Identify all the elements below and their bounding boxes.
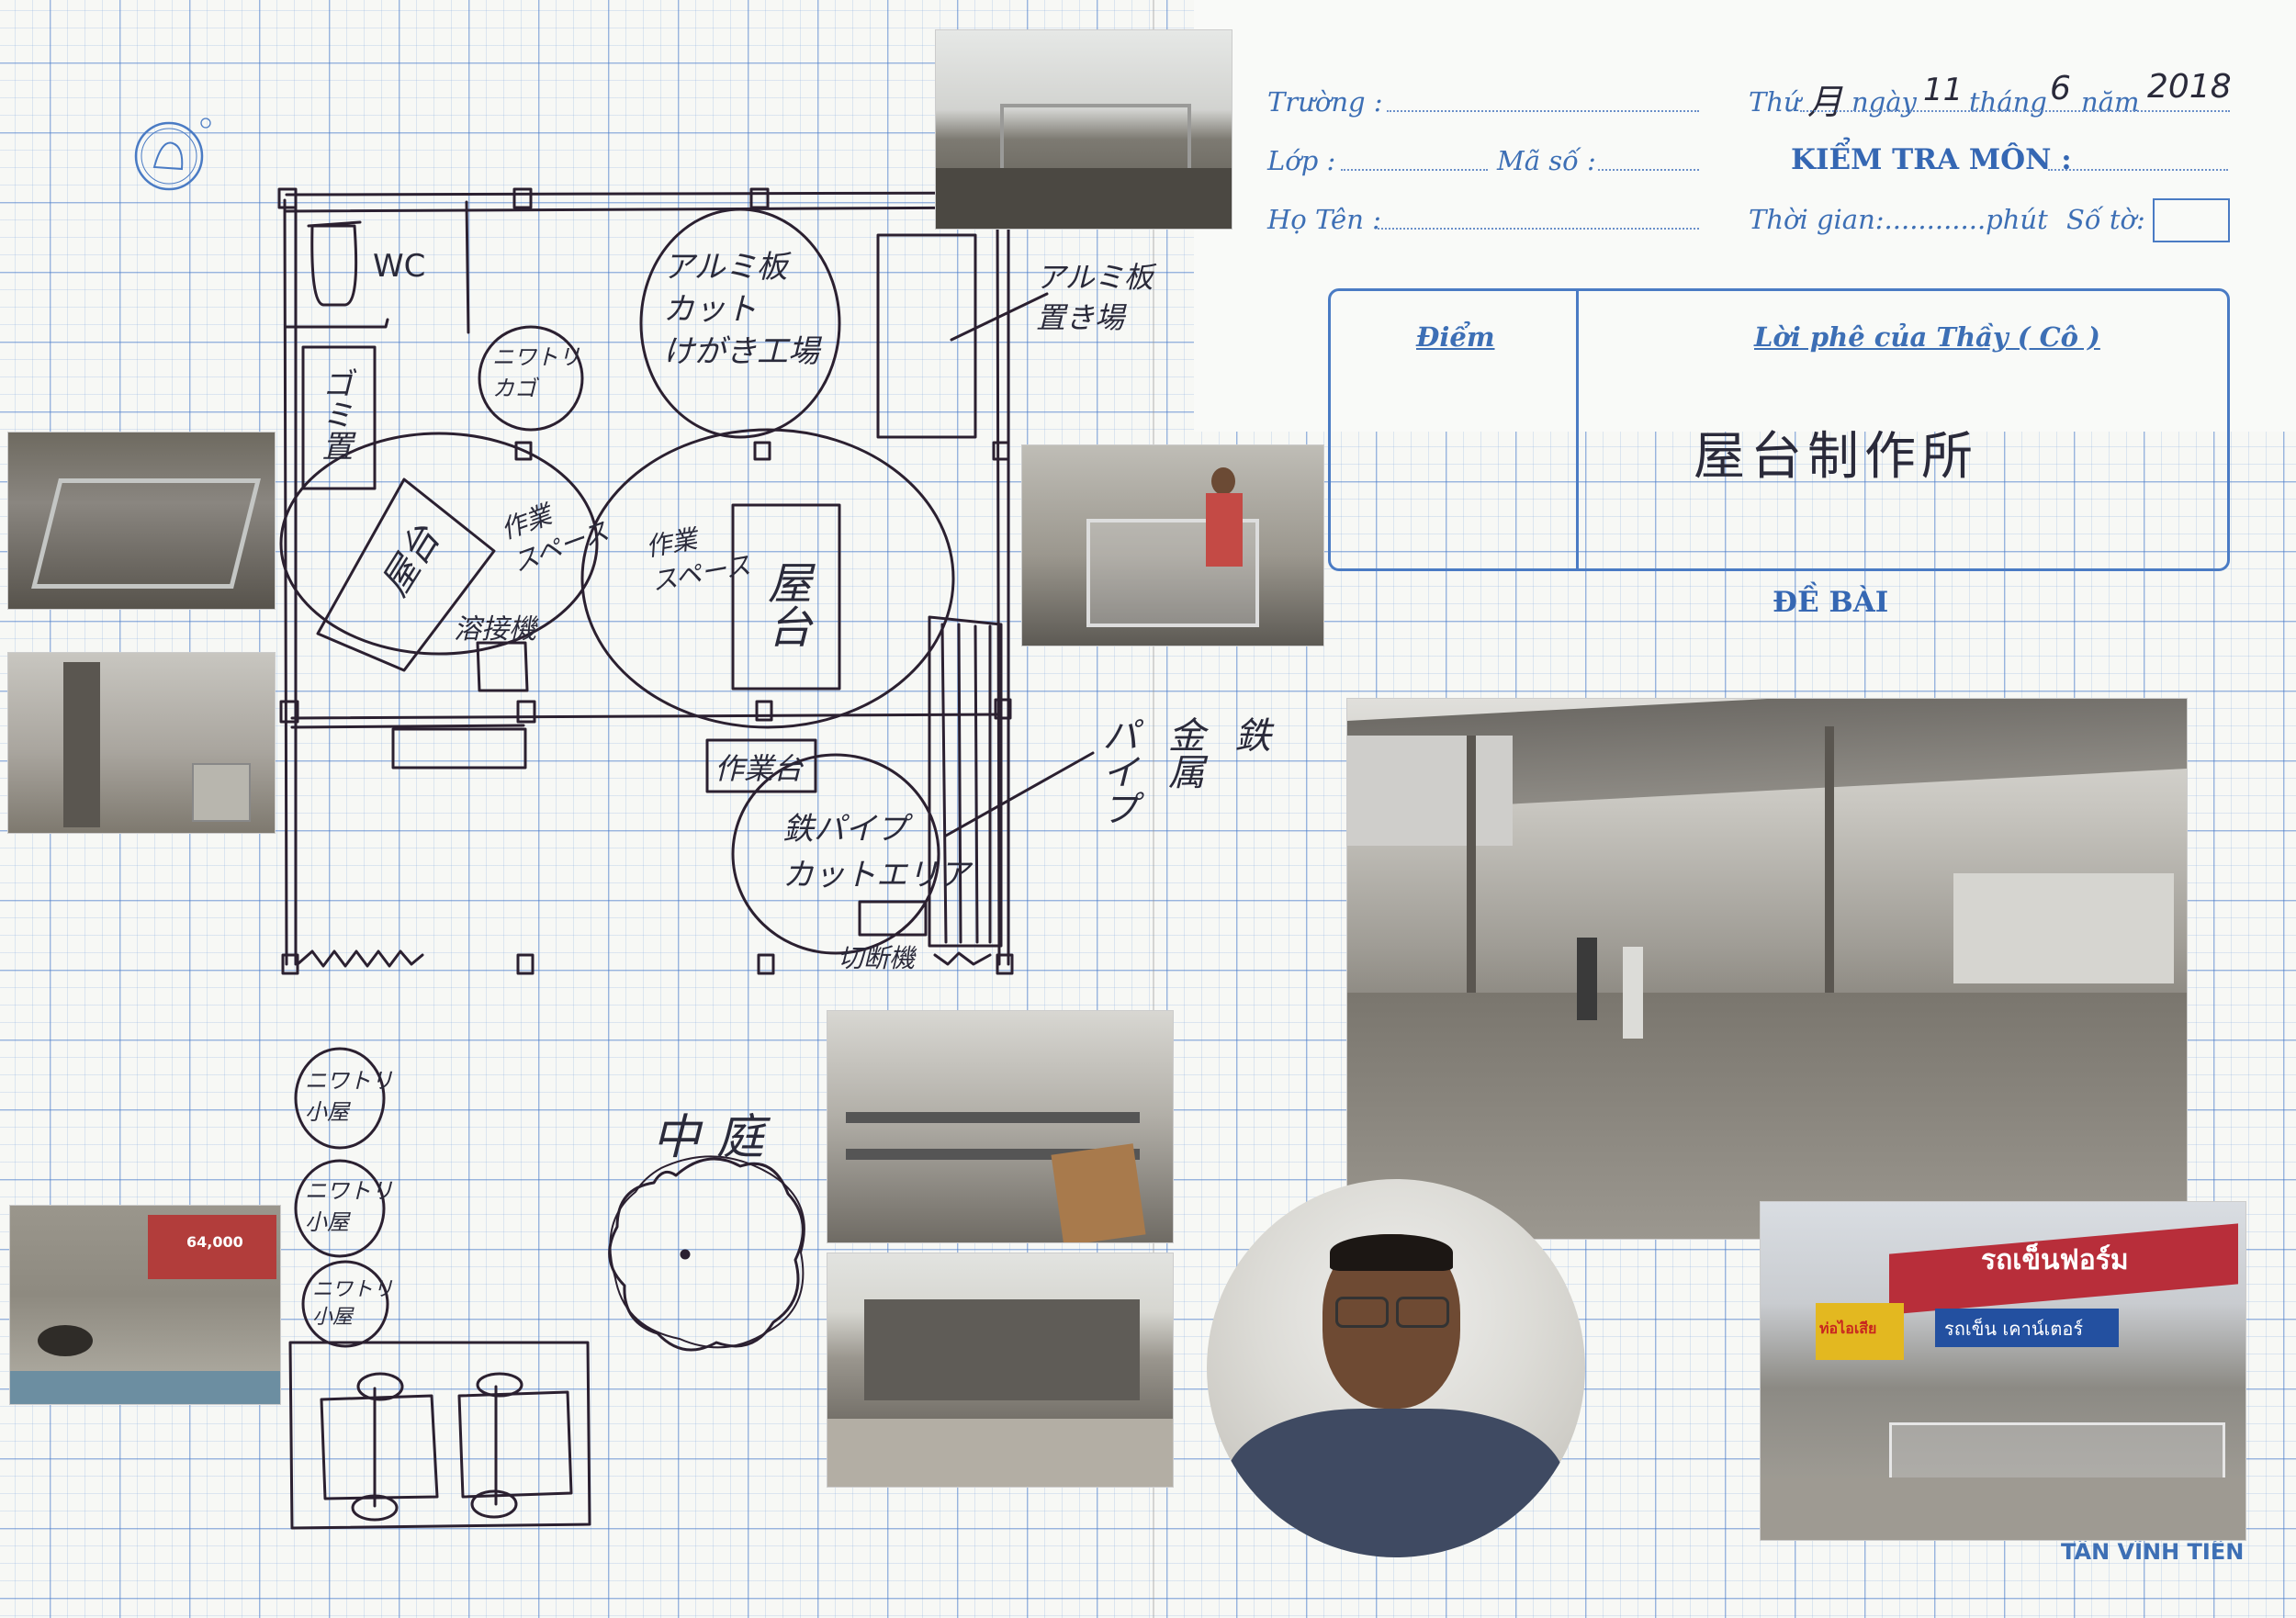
price-sign: 64,000 xyxy=(186,1233,243,1251)
kiem-tra-line xyxy=(2048,169,2228,171)
so-to-box xyxy=(2153,198,2230,242)
label-courtyard: 中庭 xyxy=(652,1110,782,1165)
diem-label: Điểm xyxy=(1416,321,1495,353)
thu-label: Thứ xyxy=(1749,86,1801,118)
so-to-label: Số tờ: xyxy=(2066,204,2145,235)
photo-storefront: รถเข็นฟอร์ม รถเข็น เคาน์เตอร์ ท่อไอเสีย xyxy=(1760,1201,2246,1541)
thang-value: 6 xyxy=(2050,70,2071,107)
label-chicken-house-2: ニワトリ 小屋 xyxy=(305,1178,393,1235)
photo-workshop-tables xyxy=(935,29,1232,230)
label-wc: WC xyxy=(373,248,426,285)
kiem-tra-label: KIỂM TRA MÔN : xyxy=(1791,143,2072,176)
photo-shop-exterior xyxy=(827,1253,1174,1488)
truong-line xyxy=(1387,110,1699,112)
photo-factory-interior xyxy=(1346,698,2188,1240)
storefront-sign-blue: รถเข็น เคาน์เตอร์ xyxy=(1944,1318,2084,1340)
thu-value: 月 xyxy=(1807,82,1843,122)
label-pipe-cut: 鉄パイプ カットエリア xyxy=(782,811,970,893)
label-welder: 溶接機 xyxy=(454,613,536,646)
ho-ten-line xyxy=(1378,228,1699,230)
nam-label: năm xyxy=(2081,86,2140,118)
photo-worker-cart xyxy=(1021,444,1324,646)
label-aluminum-storage: アルミ板 置き場 xyxy=(1036,260,1154,335)
label-iron-pipe: 鉄 金属 パイプ xyxy=(1096,716,1270,826)
ma-so-label: Mã số : xyxy=(1497,145,1596,176)
photo-owner-portrait xyxy=(1207,1179,1585,1557)
ma-so-line xyxy=(1598,169,1699,171)
label-yatai-right: 屋台 xyxy=(760,560,811,648)
thang-label: tháng xyxy=(1969,86,2047,118)
nam-value: 2018 xyxy=(2147,68,2232,106)
thoi-gian-label: Thời gian:............phút xyxy=(1749,204,2048,235)
label-chicken-house-3: ニワトリ 小屋 xyxy=(312,1278,394,1329)
ngay-label: ngày xyxy=(1851,86,1917,118)
label-cutter: 切断機 xyxy=(838,943,916,973)
date-line xyxy=(1800,110,2230,112)
teacher-comment: 屋台制作所 xyxy=(1694,427,1978,487)
label-workbench: 作業台 xyxy=(715,751,804,786)
de-bai-label: ĐỀ BÀI xyxy=(1773,586,1889,619)
lop-line xyxy=(1341,169,1488,171)
loi-phe-label: Lời phê của Thầy ( Cô ) xyxy=(1754,321,2100,353)
photo-steel-rack xyxy=(827,1010,1174,1243)
label-chicken-cage: ニワトリ カゴ xyxy=(492,344,580,401)
ngay-value: 11 xyxy=(1923,72,1964,108)
storefront-sign-red: รถเข็นฟอร์ม xyxy=(1981,1244,2129,1276)
storefront-sign-yellow: ท่อไอเสีย xyxy=(1819,1320,1877,1337)
ho-ten-label: Họ Tên : xyxy=(1267,204,1381,235)
photo-drill-press xyxy=(7,652,276,834)
grade-box-divider xyxy=(1576,288,1579,568)
label-chicken-house-1: ニワトリ 小屋 xyxy=(305,1068,393,1125)
photo-aluminum-frame xyxy=(7,432,276,610)
photo-chicken-yard: 64,000 xyxy=(9,1205,281,1405)
label-aluminum-cut: アルミ板 カット けがき工場 xyxy=(663,249,819,370)
lop-label: Lớp : xyxy=(1267,145,1336,176)
brand-label: TÂN VĨNH TIẾN xyxy=(2061,1539,2245,1565)
label-garbage: ゴミ置 xyxy=(316,367,353,461)
truong-label: Trường : xyxy=(1267,86,1383,118)
